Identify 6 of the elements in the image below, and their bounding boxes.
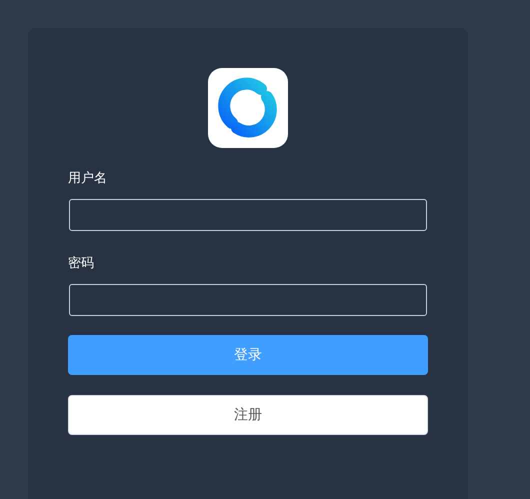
logo-icon	[208, 68, 288, 148]
input-field[interactable]	[69, 284, 427, 316]
field-label: 用户名	[68, 170, 108, 188]
register-button[interactable]: 注册	[68, 395, 428, 435]
field-label: 密码	[68, 255, 95, 273]
input-field[interactable]	[69, 199, 427, 231]
